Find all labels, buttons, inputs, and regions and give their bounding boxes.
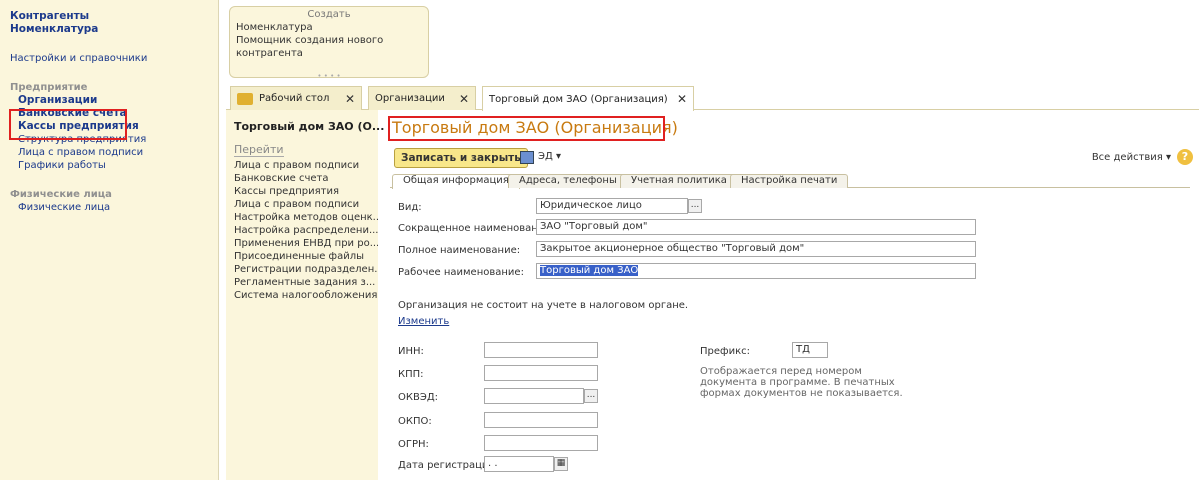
form-tabs: Общая информация Адреса, телефоны Учетна… [390,174,1190,189]
prefix-note: Отображается перед номером документа в п… [700,366,903,399]
work-name-label: Рабочее наименование: [398,267,524,278]
section-header-persons: Физические лица [10,189,112,200]
inn-label: ИНН: [398,346,424,357]
okpo-label: ОКПО: [398,416,432,427]
close-icon[interactable]: ✕ [459,92,469,106]
inn-field[interactable] [484,342,598,358]
highlight-box-sidebar [9,109,127,140]
tab-organization-form[interactable]: Торговый дом ЗАО (Организация) ✕ [482,86,694,111]
all-actions-menu[interactable]: Все действия ▾ [1092,152,1171,163]
nav-link-organizations[interactable]: Организации [10,94,218,107]
section-header-enterprise: Предприятие [10,82,88,93]
nav-link-settings[interactable]: Настройки и справочники [10,52,218,65]
tax-registration-note: Организация не состоит на учете в налого… [398,300,689,311]
nav-go-header: Перейти [234,143,284,157]
okved-field[interactable] [484,388,584,404]
section-panel: Контрагенты Номенклатура Настройки и спр… [0,0,219,480]
create-title: Создать [307,9,351,20]
ed-menu[interactable]: ЭД ▾ [538,151,561,162]
full-name-field[interactable]: Закрытое акционерное общество "Торговый … [536,241,976,257]
nav-link[interactable]: Применения ЕНВД при ро... [234,237,378,250]
nav-link-signatories[interactable]: Лица с правом подписи [10,146,218,159]
create-panel: Создать Номенклатура Помощник создания н… [229,6,429,80]
resize-grip[interactable]: • • • • [236,72,422,80]
window-tabs: Рабочий стол ✕ Организации ✕ Торговый до… [226,86,1199,111]
help-icon[interactable]: ? [1177,149,1193,165]
short-name-field[interactable]: ЗАО "Торговый дом" [536,219,976,235]
desktop-icon [237,92,253,105]
tab-addresses[interactable]: Адреса, телефоны [508,174,628,188]
work-name-field[interactable]: Торговый дом ЗАО [536,263,976,279]
create-item-counterparty-wizard[interactable]: Помощник создания нового контрагента [236,34,422,60]
nav-link-counterparties[interactable]: Контрагенты [10,10,218,23]
reg-date-field[interactable]: . . [484,456,554,472]
ogrn-label: ОГРН: [398,439,429,450]
nav-link[interactable]: Лица с правом подписи [234,159,378,172]
form-toolbar: Записать и закрыть ЭД ▾ Все действия ▾ ? [390,146,1199,168]
tab-label: Рабочий стол [259,93,330,104]
tab-organizations[interactable]: Организации ✕ [368,86,476,110]
nav-link-nomenclature[interactable]: Номенклатура [10,23,218,36]
nav-link[interactable]: Кассы предприятия [234,185,378,198]
nav-link[interactable]: Настройка распределени... [234,224,378,237]
prefix-label: Префикс: [700,346,750,357]
vid-field[interactable]: Юридическое лицо [536,198,688,214]
work-name-value: Торговый дом ЗАО [540,265,639,276]
nav-link-persons[interactable]: Физические лица [10,201,218,214]
nav-link[interactable]: Банковские счета [234,172,378,185]
save-and-close-button[interactable]: Записать и закрыть [394,148,528,168]
nav-link[interactable]: Система налогообложения [234,289,378,302]
change-link[interactable]: Изменить [398,316,449,327]
organization-form: Торговый дом ЗАО (Организация) Записать … [386,110,1199,480]
tab-desktop[interactable]: Рабочий стол ✕ [230,86,362,110]
okved-label: ОКВЭД: [398,392,438,403]
ogrn-field[interactable] [484,435,598,451]
save-icon[interactable] [520,151,534,164]
create-item-nomenclature[interactable]: Номенклатура [236,21,422,34]
kpp-label: КПП: [398,369,424,380]
tab-general[interactable]: Общая информация [392,174,520,189]
full-name-label: Полное наименование: [398,245,521,256]
nav-link[interactable]: Присоединенные файлы [234,250,378,263]
form-navigation-panel: Торговый дом ЗАО (О... Перейти Лица с пр… [226,110,385,480]
highlight-box-title [388,116,665,141]
nav-link-schedules[interactable]: Графики работы [10,159,218,172]
okved-picker-button[interactable]: ... [584,389,598,403]
nav-link[interactable]: Лица с правом подписи [234,198,378,211]
nav-link[interactable]: Регламентные задания з... [234,276,378,289]
kpp-field[interactable] [484,365,598,381]
close-icon[interactable]: ✕ [677,92,687,106]
okpo-field[interactable] [484,412,598,428]
tab-accounting-policy[interactable]: Учетная политика [620,174,738,188]
short-name-label: Сокращенное наименование: [398,223,554,234]
tab-label: Торговый дом ЗАО (Организация) [489,93,668,105]
nav-doc-title: Торговый дом ЗАО (О... [234,120,385,133]
nav-link[interactable]: Регистрации подразделен... [234,263,378,276]
calendar-icon[interactable]: ▦ [554,457,568,471]
vid-picker-button[interactable]: ... [688,199,702,213]
vid-label: Вид: [398,202,422,213]
nav-link[interactable]: Настройка методов оценк... [234,211,378,224]
close-icon[interactable]: ✕ [345,92,355,106]
tab-print-settings[interactable]: Настройка печати [730,174,849,188]
tab-label: Организации [375,93,445,104]
prefix-field[interactable]: ТД [792,342,828,358]
